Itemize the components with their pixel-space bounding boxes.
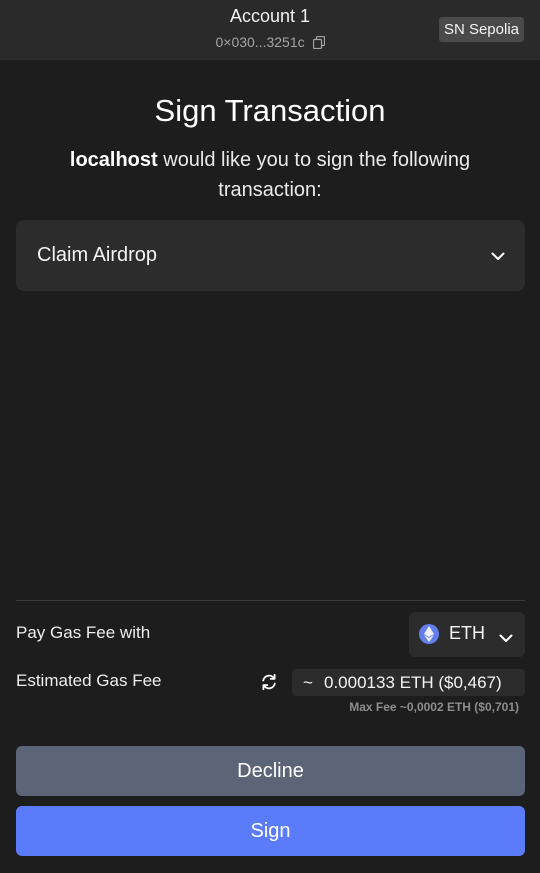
- request-text: would like you to sign the following tra…: [157, 149, 471, 201]
- decline-button[interactable]: Decline: [16, 746, 525, 796]
- page-title: Sign Transaction: [154, 93, 386, 128]
- fee-approx-sign: ~: [303, 673, 313, 692]
- copy-icon[interactable]: [312, 35, 325, 52]
- chevron-down-icon: [499, 630, 513, 648]
- sign-request-message: localhost would like you to sign the fol…: [40, 145, 500, 205]
- fee-token-select[interactable]: ETH: [409, 612, 525, 657]
- transaction-card[interactable]: Claim Airdrop: [16, 220, 525, 291]
- estimated-fee-value: 0.000133 ETH ($0,467): [324, 673, 502, 692]
- eth-icon: [419, 624, 439, 644]
- fee-token-label: ETH: [449, 623, 485, 643]
- pay-gas-fee-label: Pay Gas Fee with: [16, 623, 151, 642]
- divider: [16, 600, 525, 601]
- account-address-text: 0×030...3251c: [215, 34, 305, 50]
- estimated-fee-value-box: ~ 0.000133 ETH ($0,467): [292, 669, 525, 696]
- estimated-gas-fee-label: Estimated Gas Fee: [16, 671, 162, 690]
- sign-button[interactable]: Sign: [16, 806, 525, 856]
- network-badge[interactable]: SN Sepolia: [438, 17, 524, 42]
- chevron-down-icon[interactable]: [491, 248, 505, 266]
- header: Account 1 0×030...3251c SN Sepolia: [0, 0, 540, 61]
- max-fee-text: Max Fee ~0,0002 ETH ($0,701): [349, 700, 519, 714]
- transaction-title: Claim Airdrop: [37, 244, 158, 266]
- refresh-icon[interactable]: [260, 673, 278, 696]
- origin-name: localhost: [69, 149, 158, 171]
